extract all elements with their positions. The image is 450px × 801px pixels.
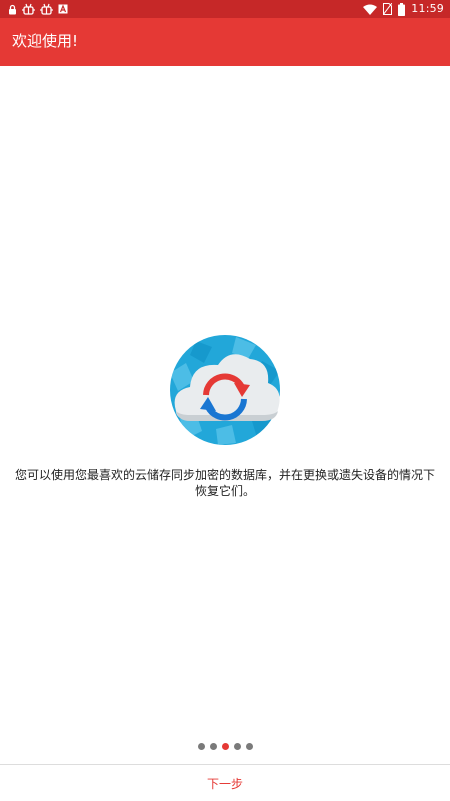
- page-indicator: [0, 743, 450, 750]
- bug-icon: [22, 2, 35, 16]
- wifi-icon: [363, 2, 378, 16]
- bug-icon: [40, 2, 53, 16]
- page-dot: [233, 743, 241, 750]
- status-right-icons: 11:59: [363, 1, 444, 17]
- page-dot: [197, 743, 205, 750]
- welcome-description: 您可以使用您最喜欢的云储存同步加密的数据库，并在更换或遗失设备的情况下恢复它们。: [14, 468, 435, 498]
- status-left-icons: [8, 2, 68, 16]
- app-bar: 欢迎使用!: [0, 18, 450, 66]
- next-button[interactable]: 下一步: [0, 765, 450, 801]
- page-dot-active: [221, 743, 229, 750]
- cloud-sync-icon: [166, 333, 284, 447]
- page-dot: [245, 743, 253, 750]
- page-title: 欢迎使用!: [12, 32, 79, 50]
- status-bar: 11:59: [0, 0, 450, 18]
- font-icon: [58, 2, 68, 16]
- page-dot: [209, 743, 217, 750]
- no-sim-icon: [383, 2, 393, 16]
- lock-icon: [8, 2, 17, 16]
- status-time: 11:59: [411, 2, 444, 15]
- battery-icon: [398, 2, 406, 16]
